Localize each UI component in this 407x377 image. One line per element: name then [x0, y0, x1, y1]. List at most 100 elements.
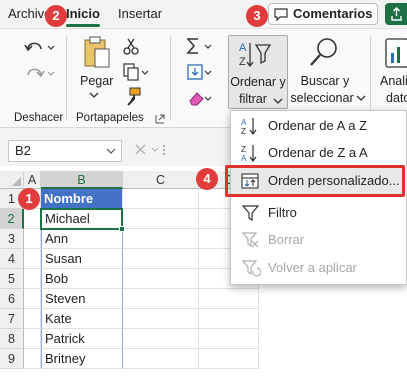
clear-eraser-icon[interactable] — [186, 89, 218, 107]
step-badge-4: 4 — [196, 168, 218, 190]
tab-inicio[interactable]: Inicio — [66, 6, 100, 21]
cell-b2[interactable]: Michael — [41, 209, 123, 229]
sort-filter-label-2: filtrar — [239, 92, 267, 106]
cell-b6[interactable]: Steven — [41, 289, 123, 309]
menu-item-reapply[interactable]: Volver a aplicar — [231, 255, 407, 281]
search-icon[interactable] — [308, 35, 342, 69]
cell-a4[interactable] — [24, 249, 41, 269]
fill-icon[interactable] — [186, 63, 218, 81]
cell-c5[interactable] — [123, 269, 199, 289]
row-header-8[interactable]: 8 — [0, 329, 24, 349]
cell-c3[interactable] — [123, 229, 199, 249]
cell-d9[interactable] — [199, 349, 259, 369]
dialog-launcher-icon[interactable] — [155, 114, 165, 124]
share-icon — [391, 7, 402, 21]
column-header-b[interactable]: B — [41, 171, 123, 189]
cell-b8[interactable]: Patrick — [41, 329, 123, 349]
reapply-filter-icon — [241, 260, 261, 277]
menu-item-clear-label: Borrar — [268, 232, 305, 247]
sort-za-icon: Z A — [241, 145, 257, 162]
find-select-label-2[interactable]: seleccionar — [289, 90, 355, 107]
cell-c1[interactable] — [123, 189, 199, 209]
cut-icon[interactable] — [122, 37, 140, 55]
sort-filter-menu: A Z Ordenar de A a Z Z A Ordenar de Z a … — [230, 110, 407, 285]
comment-icon — [274, 8, 288, 21]
cell-a3[interactable] — [24, 229, 41, 249]
menu-item-sort-az[interactable]: A Z Ordenar de A a Z — [231, 113, 407, 139]
column-header-a[interactable]: A — [24, 171, 41, 189]
cell-c7[interactable] — [123, 309, 199, 329]
cell-a7[interactable] — [24, 309, 41, 329]
cell-b5[interactable]: Bob — [41, 269, 123, 289]
cell-c8[interactable] — [123, 329, 199, 349]
copy-icon[interactable] — [122, 63, 150, 81]
row-header-3[interactable]: 3 — [0, 229, 24, 249]
paste-label[interactable]: Pegar — [80, 73, 113, 90]
cell-d6[interactable] — [199, 289, 259, 309]
ribbon-separator — [370, 35, 371, 121]
filter-icon — [241, 205, 260, 222]
step-badge-3: 3 — [246, 5, 268, 27]
analyze-label-2[interactable]: dato — [386, 90, 407, 107]
cell-a6[interactable] — [24, 289, 41, 309]
cell-a8[interactable] — [24, 329, 41, 349]
cell-c6[interactable] — [123, 289, 199, 309]
menu-item-filter[interactable]: Filtro — [231, 200, 407, 226]
cell-b3[interactable]: Ann — [41, 229, 123, 249]
svg-text:A: A — [241, 118, 247, 127]
cell-c2[interactable] — [123, 209, 199, 229]
row-header-7[interactable]: 7 — [0, 309, 24, 329]
format-painter-icon[interactable] — [122, 87, 142, 107]
cell-b4[interactable]: Susan — [41, 249, 123, 269]
row-header-6[interactable]: 6 — [0, 289, 24, 309]
tab-insertar[interactable]: Insertar — [118, 6, 162, 21]
cell-d7[interactable] — [199, 309, 259, 329]
chevron-down-icon[interactable] — [356, 95, 366, 101]
name-box-value: B2 — [15, 143, 31, 158]
cell-d8[interactable] — [199, 329, 259, 349]
cell-c4[interactable] — [123, 249, 199, 269]
chevron-down-icon[interactable] — [89, 92, 99, 98]
autosum-icon[interactable] — [186, 37, 218, 55]
formula-controls — [132, 142, 192, 161]
cell-a2[interactable] — [24, 209, 41, 229]
custom-sort-icon — [241, 173, 259, 189]
analyze-data-icon[interactable] — [384, 37, 407, 69]
chevron-down-icon[interactable] — [106, 145, 116, 157]
sort-az-icon: A Z — [241, 118, 257, 135]
clipboard-group-label: Portapapeles — [76, 112, 144, 124]
name-box[interactable]: B2 — [8, 140, 122, 162]
column-header-c[interactable]: C — [123, 171, 199, 189]
row-header-2[interactable]: 2 — [0, 209, 24, 229]
redo-icon[interactable] — [22, 63, 56, 83]
menu-item-sort-az-label: Ordenar de A a Z — [268, 118, 368, 133]
menu-item-clear[interactable]: Borrar — [231, 227, 407, 253]
svg-text:Z: Z — [241, 145, 246, 154]
cell-b7[interactable]: Kate — [41, 309, 123, 329]
share-button[interactable] — [385, 3, 407, 25]
svg-text:A: A — [241, 154, 247, 162]
paste-icon[interactable] — [82, 35, 112, 71]
comments-button[interactable]: Comentarios — [268, 3, 378, 25]
row-header-9[interactable]: 9 — [0, 349, 24, 369]
cell-b9[interactable]: Britney — [41, 349, 123, 369]
menu-item-sort-za[interactable]: Z A Ordenar de Z a A — [231, 140, 407, 166]
svg-text:Z: Z — [239, 56, 246, 68]
step-badge-1: 1 — [18, 188, 40, 210]
cell-c9[interactable] — [123, 349, 199, 369]
cell-a5[interactable] — [24, 269, 41, 289]
sort-filter-label-1: Ordenar y — [230, 75, 286, 89]
cell-a9[interactable] — [24, 349, 41, 369]
ribbon-separator — [66, 35, 67, 121]
cell-b1-header[interactable]: Nombre — [41, 189, 123, 209]
undo-icon[interactable] — [22, 37, 56, 57]
row-header-4[interactable]: 4 — [0, 249, 24, 269]
excel-window: Archivo Inicio Insertar Comentarios 2 3 — [0, 0, 407, 377]
select-all-corner[interactable] — [0, 171, 24, 189]
find-select-label-1[interactable]: Buscar y — [295, 73, 355, 90]
row-header-5[interactable]: 5 — [0, 269, 24, 289]
menu-item-custom-sort[interactable]: Orden personalizado... — [231, 168, 407, 194]
analyze-label-1[interactable]: Anali — [380, 73, 407, 90]
sort-filter-button[interactable]: A Z Ordenar y filtrar — [228, 35, 288, 109]
cancel-confirm-icons[interactable] — [132, 142, 192, 158]
